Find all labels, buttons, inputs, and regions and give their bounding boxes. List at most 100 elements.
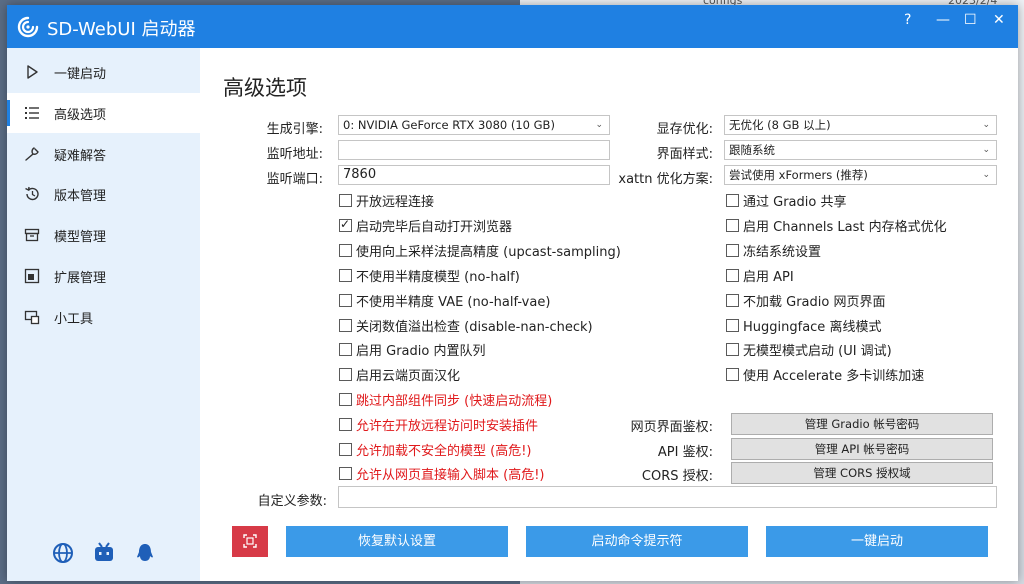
sidebar-item-launch[interactable]: 一键启动 [7, 52, 200, 92]
sidebar-item-models[interactable]: 模型管理 [7, 215, 200, 255]
wrench-icon [25, 147, 39, 161]
sidebar-item-tools[interactable]: 小工具 [7, 297, 200, 337]
checkbox-box[interactable] [339, 418, 352, 431]
checkbox-label: 允许从网页直接输入脚本 (高危!) [356, 468, 545, 483]
chevron-down-icon: ⌄ [982, 145, 990, 155]
checkbox-box[interactable] [339, 343, 352, 356]
checkbox-label: 开放远程连接 [356, 195, 435, 210]
qq-icon[interactable] [134, 542, 156, 564]
check-mark-icon: ✓ [340, 217, 351, 231]
engine-select-value: 0: NVIDIA GeForce RTX 3080 (10 GB) [343, 118, 555, 132]
manage-api-auth-button[interactable]: 管理 API 帐号密码 [731, 438, 993, 460]
checkbox-label: 不加载 Gradio 网页界面 [743, 295, 886, 310]
sidebar-item-label: 版本管理 [54, 189, 107, 204]
minimize-button[interactable]: — [936, 12, 950, 28]
checkbox-box[interactable]: ✓ [339, 217, 352, 232]
vram-select[interactable]: 无优化 (8 GB 以上) ⌄ [724, 115, 997, 135]
title-bar[interactable]: SD-WebUI 启动器 ? — ☐ ✕ [7, 5, 1018, 48]
checkbox-box[interactable] [339, 443, 352, 456]
app-title: SD-WebUI 启动器 [47, 19, 196, 40]
theme-select[interactable]: 跟随系统 ⌄ [724, 140, 997, 160]
checkbox-box[interactable] [339, 319, 352, 332]
checkbox-box[interactable] [726, 368, 739, 381]
custom-args-input[interactable] [338, 486, 997, 508]
bilibili-icon[interactable] [93, 542, 115, 564]
xattn-label: xattn 优化方案: [618, 172, 713, 187]
app-logo-icon [17, 16, 39, 38]
checkbox-box[interactable] [726, 194, 739, 207]
checkbox-label: 允许加载不安全的模型 (高危!) [356, 444, 532, 459]
checkbox-box[interactable] [726, 294, 739, 307]
webui-auth-label: 网页界面鉴权: [630, 420, 713, 435]
reset-defaults-button[interactable]: 恢复默认设置 [286, 526, 508, 557]
vram-select-value: 无优化 (8 GB 以上) [729, 118, 831, 132]
checkbox-label: 不使用半精度 VAE (no-half-vae) [356, 295, 551, 310]
chevron-down-icon: ⌄ [982, 120, 990, 130]
checkbox-label: Huggingface 离线模式 [743, 320, 882, 335]
checkbox-box[interactable] [339, 269, 352, 282]
scan-icon [243, 534, 257, 548]
checkbox-label: 不使用半精度模型 (no-half) [356, 270, 520, 285]
checkbox-label: 启用 Channels Last 内存格式优化 [743, 220, 947, 235]
close-button[interactable]: ✕ [993, 12, 1005, 28]
open-folder-button[interactable] [232, 526, 268, 557]
xattn-select[interactable]: 尝试使用 xFormers (推荐) ⌄ [724, 165, 997, 185]
checkbox-box[interactable] [339, 294, 352, 307]
checkbox-box[interactable] [726, 319, 739, 332]
vram-label: 显存优化: [656, 122, 713, 137]
sidebar-item-versions[interactable]: 版本管理 [7, 174, 200, 214]
list-icon [25, 107, 39, 119]
checkbox-label: 无模型模式启动 (UI 调试) [743, 344, 892, 359]
listen-address-label: 监听地址: [266, 147, 323, 162]
checkbox-box[interactable] [339, 368, 352, 381]
history-icon [25, 186, 39, 201]
checkbox-label: 关闭数值溢出检查 (disable-nan-check) [356, 320, 593, 335]
chevron-down-icon: ⌄ [595, 120, 603, 130]
checkbox-label: 启用 Gradio 内置队列 [356, 344, 486, 359]
checkbox-label: 冻结系统设置 [743, 245, 822, 260]
manage-cors-button[interactable]: 管理 CORS 授权域 [731, 462, 993, 484]
manage-gradio-auth-button[interactable]: 管理 Gradio 帐号密码 [731, 413, 993, 435]
checkbox-label: 启用云端页面汉化 [356, 369, 461, 384]
checkbox-box[interactable] [726, 269, 739, 282]
api-auth-label: API 鉴权: [657, 445, 713, 460]
box-icon [24, 228, 40, 242]
extension-icon [24, 268, 40, 284]
checkbox-box[interactable] [339, 393, 352, 406]
chevron-down-icon: ⌄ [982, 170, 990, 180]
maximize-button[interactable]: ☐ [964, 12, 977, 28]
globe-icon[interactable] [52, 542, 74, 564]
sidebar-item-label: 扩展管理 [54, 271, 107, 286]
checkbox-box[interactable] [339, 194, 352, 207]
launch-button[interactable]: 一键启动 [766, 526, 988, 557]
sidebar-item-label: 一键启动 [54, 67, 107, 82]
checkbox-box[interactable] [726, 343, 739, 356]
listen-port-label: 监听端口: [266, 172, 323, 187]
engine-select[interactable]: 0: NVIDIA GeForce RTX 3080 (10 GB) ⌄ [338, 115, 610, 135]
cors-auth-label: CORS 授权: [641, 469, 713, 484]
checkbox-box[interactable] [339, 244, 352, 257]
sidebar-item-label: 高级选项 [54, 108, 107, 123]
sidebar-item-extensions[interactable]: 扩展管理 [7, 256, 200, 296]
launcher-window: SD-WebUI 启动器 ? — ☐ ✕ 一键启动 高级选项 疑难解答 版本管理 [7, 5, 1018, 581]
theme-select-value: 跟随系统 [729, 143, 775, 157]
sidebar-item-troubleshoot[interactable]: 疑难解答 [7, 134, 200, 174]
custom-args-label: 自定义参数: [257, 494, 327, 509]
listen-address-input[interactable] [338, 140, 610, 160]
play-icon [27, 65, 38, 79]
checkbox-label: 通过 Gradio 共享 [743, 195, 847, 210]
checkbox-label: 使用向上采样法提高精度 (upcast-sampling) [356, 245, 621, 260]
checkbox-label: 启用 API [743, 270, 794, 285]
sidebar-item-label: 疑难解答 [54, 149, 107, 164]
checkbox-label: 跳过内部组件同步 (快速启动流程) [356, 394, 553, 409]
help-button[interactable]: ? [904, 12, 911, 28]
checkbox-box[interactable] [726, 219, 739, 232]
tools-icon [24, 310, 40, 325]
xattn-select-value: 尝试使用 xFormers (推荐) [729, 168, 868, 182]
sidebar-item-label: 小工具 [54, 312, 94, 327]
checkbox-box[interactable] [339, 467, 352, 480]
checkbox-box[interactable] [726, 244, 739, 257]
listen-port-input[interactable]: 7860 [338, 165, 610, 185]
sidebar-item-advanced[interactable]: 高级选项 [7, 93, 200, 133]
command-prompt-button[interactable]: 启动命令提示符 [526, 526, 748, 557]
